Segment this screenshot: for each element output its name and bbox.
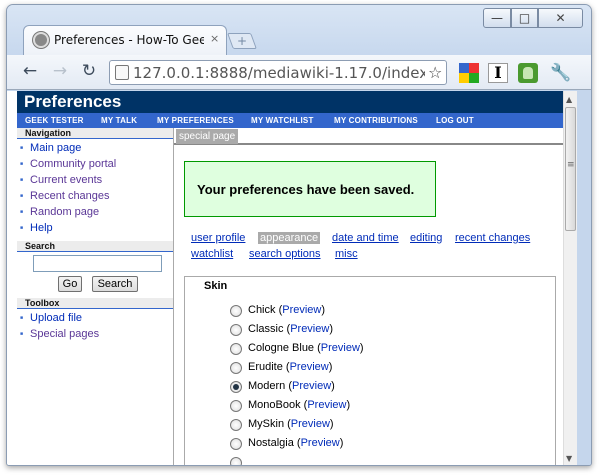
evernote-icon[interactable]: [518, 63, 538, 83]
preview-link[interactable]: Preview: [282, 304, 321, 316]
search-button[interactable]: Search: [92, 276, 138, 292]
personal-link[interactable]: MY WATCHLIST: [251, 116, 314, 125]
skin-name: Nostalgia: [248, 437, 294, 449]
sidebar: Navigation Main page Community portal Cu…: [17, 128, 173, 465]
new-tab-button[interactable]: +: [227, 33, 257, 49]
skin-legend: Skin: [204, 280, 228, 292]
skin-option: MonoBook (Preview): [248, 399, 351, 411]
preview-link[interactable]: Preview: [290, 323, 329, 335]
plus-icon: +: [236, 34, 248, 48]
url-text: 127.0.0.1:8888/mediawiki-1.17.0/index.ph…: [133, 64, 425, 82]
search-input[interactable]: [33, 255, 162, 272]
tab-recent-changes[interactable]: recent changes: [455, 232, 530, 244]
search-heading: Search: [17, 241, 173, 252]
wiki-page: Preferences GEEK TESTER MY TALK MY PREFE…: [7, 91, 563, 465]
wrench-icon[interactable]: 🔧: [550, 63, 571, 83]
skin-radio-myskin[interactable]: [230, 419, 242, 431]
tab-editing[interactable]: editing: [410, 232, 442, 244]
tab-search-options[interactable]: search options: [249, 248, 321, 260]
skin-name: Erudite: [248, 361, 283, 373]
sidebar-item-community-portal[interactable]: Community portal: [20, 158, 116, 170]
skin-option: Erudite (Preview): [248, 361, 333, 373]
preview-link[interactable]: Preview: [307, 399, 346, 411]
page-icon: [115, 65, 129, 80]
browser-window: Preferences - How-To Geek × + — □ ✕ ← → …: [6, 4, 592, 466]
skin-radio-modern[interactable]: [230, 381, 242, 393]
tab-appearance[interactable]: appearance: [258, 232, 321, 244]
vertical-scrollbar[interactable]: ▲ ▼: [563, 91, 577, 465]
forward-icon[interactable]: →: [49, 61, 71, 81]
skin-option: Chick (Preview): [248, 304, 326, 316]
skin-name: Chick: [248, 304, 276, 316]
google-extension-icon[interactable]: [459, 63, 479, 83]
sidebar-item-current-events[interactable]: Current events: [20, 174, 102, 186]
page-title: Preferences: [17, 91, 563, 113]
skin-name: MySkin: [248, 418, 285, 430]
personal-link[interactable]: MY TALK: [101, 116, 137, 125]
bookmark-star-icon[interactable]: ☆: [428, 63, 442, 82]
skin-radio-classic[interactable]: [230, 324, 242, 336]
skin-option: MySkin (Preview): [248, 418, 334, 430]
special-page-tab[interactable]: special page: [176, 129, 239, 144]
preview-link[interactable]: Preview: [321, 342, 360, 354]
personal-link[interactable]: MY PREFERENCES: [157, 116, 234, 125]
sidebar-item-random-page[interactable]: Random page: [20, 206, 99, 218]
skin-option: Cologne Blue (Preview): [248, 342, 364, 354]
skin-name: MonoBook: [248, 399, 301, 411]
sidebar-item-help[interactable]: Help: [20, 222, 53, 234]
skin-radio-nostalgia[interactable]: [230, 438, 242, 450]
navigation-heading: Navigation: [17, 128, 173, 139]
skin-name: Cologne Blue: [248, 342, 315, 354]
sidebar-item-upload-file[interactable]: Upload file: [20, 312, 82, 324]
instapaper-icon[interactable]: I: [488, 63, 508, 83]
success-message: Your preferences have been saved.: [184, 161, 436, 217]
personal-bar: GEEK TESTER MY TALK MY PREFERENCES MY WA…: [17, 113, 563, 128]
tab-watchlist[interactable]: watchlist: [191, 248, 233, 260]
scroll-down-icon[interactable]: ▼: [566, 454, 572, 463]
scroll-up-icon[interactable]: ▲: [566, 95, 572, 104]
minimize-button[interactable]: —: [483, 8, 511, 28]
close-window-button[interactable]: ✕: [538, 8, 583, 28]
tab-date-and-time[interactable]: date and time: [332, 232, 399, 244]
special-page-bar: special page: [174, 128, 563, 145]
tab-user-profile[interactable]: user profile: [191, 232, 245, 244]
personal-link[interactable]: GEEK TESTER: [25, 116, 84, 125]
tab-title: Preferences - How-To Geek: [54, 33, 204, 47]
skin-option: Nostalgia (Preview): [248, 437, 344, 449]
personal-link[interactable]: MY CONTRIBUTIONS: [334, 116, 418, 125]
skin-radio-monobook[interactable]: [230, 400, 242, 412]
maximize-button[interactable]: □: [511, 8, 538, 28]
preview-link[interactable]: Preview: [301, 437, 340, 449]
toolbox-heading: Toolbox: [17, 298, 173, 309]
preview-link[interactable]: Preview: [292, 380, 331, 392]
address-bar[interactable]: 127.0.0.1:8888/mediawiki-1.17.0/index.ph…: [109, 60, 447, 85]
content-area: special page Your preferences have been …: [174, 128, 563, 465]
browser-toolbar: ← → ↻ 127.0.0.1:8888/mediawiki-1.17.0/in…: [7, 55, 591, 90]
preview-link[interactable]: Preview: [290, 361, 329, 373]
skin-radio-chick[interactable]: [230, 305, 242, 317]
sidebar-item-special-pages[interactable]: Special pages: [20, 328, 99, 340]
skin-name: Modern: [248, 380, 286, 392]
personal-link[interactable]: LOG OUT: [436, 116, 474, 125]
tab-close-icon[interactable]: ×: [210, 32, 219, 45]
tab-misc[interactable]: misc: [335, 248, 358, 260]
favicon-icon: [33, 32, 49, 48]
go-button[interactable]: Go: [58, 276, 82, 292]
skin-radio-cologne-blue[interactable]: [230, 343, 242, 355]
skin-radio-erudite[interactable]: [230, 362, 242, 374]
browser-tab[interactable]: Preferences - How-To Geek ×: [23, 25, 227, 55]
skin-option: Classic (Preview): [248, 323, 333, 335]
tab-strip: Preferences - How-To Geek × + — □ ✕: [7, 5, 591, 55]
scroll-thumb[interactable]: [565, 107, 576, 231]
sidebar-item-recent-changes[interactable]: Recent changes: [20, 190, 110, 202]
window-frame-right: [577, 91, 591, 465]
skin-name: Classic: [248, 323, 284, 335]
sidebar-item-main-page[interactable]: Main page: [20, 142, 81, 154]
skin-option: Modern (Preview): [248, 380, 335, 392]
preview-link[interactable]: Preview: [291, 418, 330, 430]
skin-radio-next[interactable]: [230, 457, 242, 465]
reload-icon[interactable]: ↻: [78, 61, 100, 81]
back-icon[interactable]: ←: [19, 61, 41, 81]
